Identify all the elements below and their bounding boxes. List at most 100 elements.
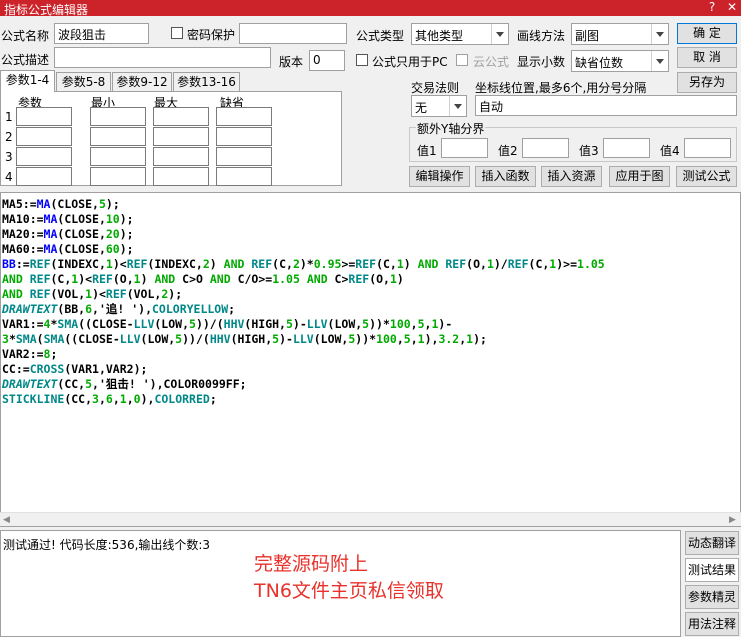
code-token: 20 <box>105 227 120 241</box>
formula-name-input[interactable]: 波段狙击 <box>54 23 149 44</box>
y-value-4-input[interactable] <box>684 138 731 158</box>
apply-to-chart-button[interactable]: 应用于图 <box>609 166 670 187</box>
code-token: (LOW, <box>154 317 189 331</box>
test-result-button[interactable]: 测试结果 <box>685 558 739 582</box>
draw-method-select[interactable]: 副图 <box>571 23 669 45</box>
param-max-input[interactable] <box>153 107 209 126</box>
tab-params-9-12[interactable]: 参数9-12 <box>112 72 172 92</box>
param-name-input[interactable] <box>16 147 72 166</box>
test-formula-button[interactable]: 测试公式 <box>676 166 737 187</box>
param-default-input[interactable] <box>216 167 272 186</box>
param-min-input[interactable] <box>90 147 146 166</box>
code-token: ; <box>50 347 58 361</box>
code-token: REF <box>92 272 113 286</box>
code-line: MA20:=MA(CLOSE,20); <box>2 227 605 242</box>
password-input[interactable] <box>239 23 347 44</box>
code-token: 60 <box>105 242 120 256</box>
y-value-1-input[interactable] <box>441 138 488 158</box>
formula-desc-label: 公式描述 <box>1 53 50 67</box>
draw-method-value: 副图 <box>575 29 600 43</box>
tab-params-13-16[interactable]: 参数13-16 <box>173 72 240 92</box>
code-token: , <box>126 392 134 406</box>
code-token: REF <box>29 287 51 301</box>
param-min-input[interactable] <box>90 107 146 126</box>
title-bar: 指标公式编辑器 ? ✕ <box>0 0 741 17</box>
y-value-3-input[interactable] <box>603 138 650 158</box>
code-token: STICKLINE <box>2 392 65 406</box>
tab-params-5-8[interactable]: 参数5-8 <box>56 72 111 92</box>
code-token: 3 <box>92 392 99 406</box>
coord-lines-input[interactable]: 自动 <box>475 95 737 116</box>
formula-desc-input[interactable] <box>54 47 271 68</box>
cancel-button[interactable]: 取 消 <box>677 47 737 68</box>
code-line: VAR2:=8; <box>2 347 605 362</box>
code-token: 1 <box>133 272 141 286</box>
scroll-right-icon[interactable]: ▶ <box>729 515 736 525</box>
pc-only-checkbox[interactable] <box>356 54 368 66</box>
code-token: * <box>8 332 16 346</box>
chevron-down-icon <box>651 51 668 71</box>
y-value-2-input[interactable] <box>522 138 569 158</box>
scroll-left-icon[interactable]: ◀ <box>3 515 10 525</box>
password-checkbox[interactable] <box>171 27 183 39</box>
code-token: 3 <box>2 332 9 346</box>
param-wizard-button[interactable]: 参数精灵 <box>685 585 739 609</box>
trade-rule-select[interactable]: 无 <box>411 95 467 117</box>
code-token: C> <box>175 272 196 286</box>
save-as-button[interactable]: 另存为 <box>677 72 737 93</box>
code-editor[interactable]: MA5:=MA(CLOSE,5); MA10:=MA(CLOSE,10); MA20… <box>0 192 741 527</box>
coord-lines-label: 坐标线位置,最多6个,用分号分隔 <box>475 81 647 95</box>
code-token: REF <box>445 257 467 271</box>
password-label: 密码保护 <box>187 28 236 42</box>
code-token: VAR1:= <box>2 317 44 331</box>
param-default-input[interactable] <box>216 107 272 126</box>
code-line: AND REF(C,1)<REF(O,1) AND C>O AND C/O>=1… <box>2 272 605 287</box>
code-line: DRAWTEXT(BB,6,'追! '),COLORYELLOW; <box>2 302 605 317</box>
code-token: REF <box>105 287 127 301</box>
code-token: 3.2 <box>438 332 460 346</box>
param-max-input[interactable] <box>153 167 209 186</box>
param-default-input[interactable] <box>216 127 272 146</box>
edit-ops-button[interactable]: 编辑操作 <box>409 166 470 187</box>
param-default-input[interactable] <box>216 147 272 166</box>
code-token: ); <box>119 212 134 226</box>
usage-notes-button[interactable]: 用法注释 <box>685 612 739 636</box>
code-token: AND <box>2 287 23 301</box>
decimals-label: 显示小数 <box>517 55 566 69</box>
code-token: (CC, <box>64 392 93 406</box>
code-token: 5 <box>189 317 196 331</box>
param-name-input[interactable] <box>16 127 72 146</box>
ok-button[interactable]: 确 定 <box>677 23 737 44</box>
code-token: REF <box>251 257 273 271</box>
cloud-label: 云公式 <box>473 55 510 69</box>
insert-resource-button[interactable]: 插入资源 <box>541 166 602 187</box>
close-button[interactable]: ✕ <box>723 0 741 16</box>
param-min-input[interactable] <box>90 127 146 146</box>
code-token: , <box>98 392 106 406</box>
code-token: ))/( <box>195 317 224 331</box>
tab-params-1-4[interactable]: 参数1-4 <box>0 70 55 92</box>
dynamic-translate-button[interactable]: 动态翻译 <box>685 531 739 555</box>
formula-type-select[interactable]: 其他类型 <box>411 23 509 45</box>
param-max-input[interactable] <box>153 147 209 166</box>
code-token: >= <box>341 257 356 271</box>
param-name-input[interactable] <box>16 167 72 186</box>
code-token: 1 <box>105 257 113 271</box>
code-token: (INDEXC, <box>147 257 203 271</box>
help-button[interactable]: ? <box>703 0 721 16</box>
code-token: (O, <box>369 272 390 286</box>
cloud-checkbox[interactable] <box>456 54 468 66</box>
code-token: )- <box>279 332 293 346</box>
code-token: (CLOSE, <box>57 212 106 226</box>
code-token: (C, <box>528 257 550 271</box>
horizontal-scrollbar[interactable]: ◀ ▶ <box>0 512 741 526</box>
param-min-input[interactable] <box>90 167 146 186</box>
insert-function-button[interactable]: 插入函数 <box>475 166 536 187</box>
decimals-select[interactable]: 缺省位数 <box>571 50 669 72</box>
chevron-down-icon <box>651 24 668 44</box>
param-name-input[interactable] <box>16 107 72 126</box>
version-input[interactable]: 0 <box>309 50 345 71</box>
code-token: (O, <box>112 272 134 286</box>
param-max-input[interactable] <box>153 127 209 146</box>
